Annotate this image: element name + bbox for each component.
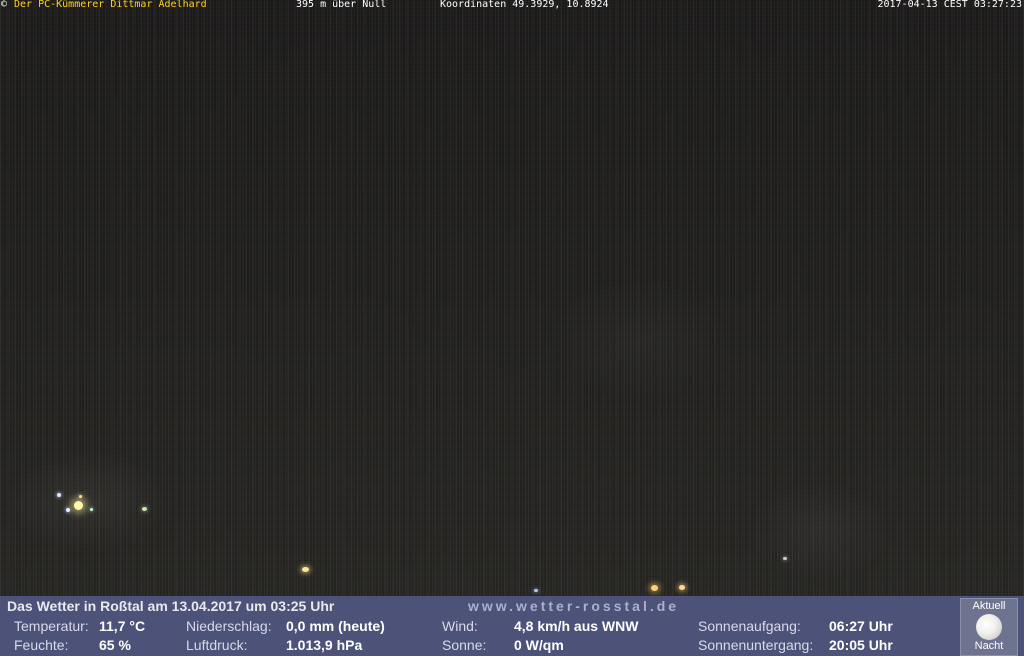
wind-label: Wind: — [442, 618, 478, 634]
village-light — [79, 495, 82, 498]
temperature-label: Temperatur: — [14, 618, 89, 634]
sun-value: 0 W/qm — [514, 637, 564, 653]
copyright-symbol: © — [1, 0, 8, 10]
village-light — [783, 557, 787, 560]
weather-title: Das Wetter in Roßtal am 13.04.2017 um 03… — [7, 598, 335, 614]
website-link[interactable]: www.wetter-rosstal.de — [468, 598, 679, 614]
camera-info-bar: © Der PC-Kümmerer Dittmar Adelhard 395 m… — [0, 0, 1024, 11]
night-haze — [0, 0, 1024, 596]
village-light — [679, 585, 685, 590]
pressure-value: 1.013,9 hPa — [286, 637, 363, 653]
timestamp-text: 2017-04-13 CEST 03:27:23 — [877, 0, 1023, 10]
precipitation-value: 0,0 mm (heute) — [286, 618, 385, 634]
sun-label: Sonne: — [442, 637, 487, 653]
sunrise-value: 06:27 Uhr — [829, 618, 893, 634]
sunset-label: Sonnenuntergang: — [698, 637, 814, 653]
moon-header: Aktuell — [972, 600, 1006, 612]
humidity-label: Feuchte: — [14, 637, 69, 653]
village-light — [142, 507, 147, 511]
precipitation-label: Niederschlag: — [186, 618, 272, 634]
coordinates-text: Koordinaten 49.3929, 10.8924 — [440, 0, 609, 10]
village-light — [74, 501, 83, 510]
weather-panel: Das Wetter in Roßtal am 13.04.2017 um 03… — [0, 596, 1024, 656]
moon-footer: Nacht — [974, 640, 1004, 652]
pressure-label: Luftdruck: — [186, 637, 248, 653]
village-light — [534, 589, 538, 592]
moon-icon — [976, 614, 1002, 640]
sunset-value: 20:05 Uhr — [829, 637, 893, 653]
sunrise-label: Sonnenaufgang: — [698, 618, 801, 634]
altitude-text: 395 m über Null — [296, 0, 387, 10]
village-light — [90, 508, 93, 511]
temperature-value: 11,7 °C — [99, 618, 146, 634]
humidity-value: 65 % — [99, 637, 131, 653]
owner-text: Der PC-Kümmerer Dittmar Adelhard — [14, 0, 207, 10]
village-light — [57, 493, 61, 497]
wind-value: 4,8 km/h aus WNW — [514, 618, 639, 634]
moon-phase-box: Aktuell Nacht — [960, 598, 1018, 656]
village-light — [302, 567, 309, 572]
village-light — [651, 585, 658, 591]
webcam-night-image — [0, 0, 1024, 596]
village-light — [66, 508, 70, 512]
